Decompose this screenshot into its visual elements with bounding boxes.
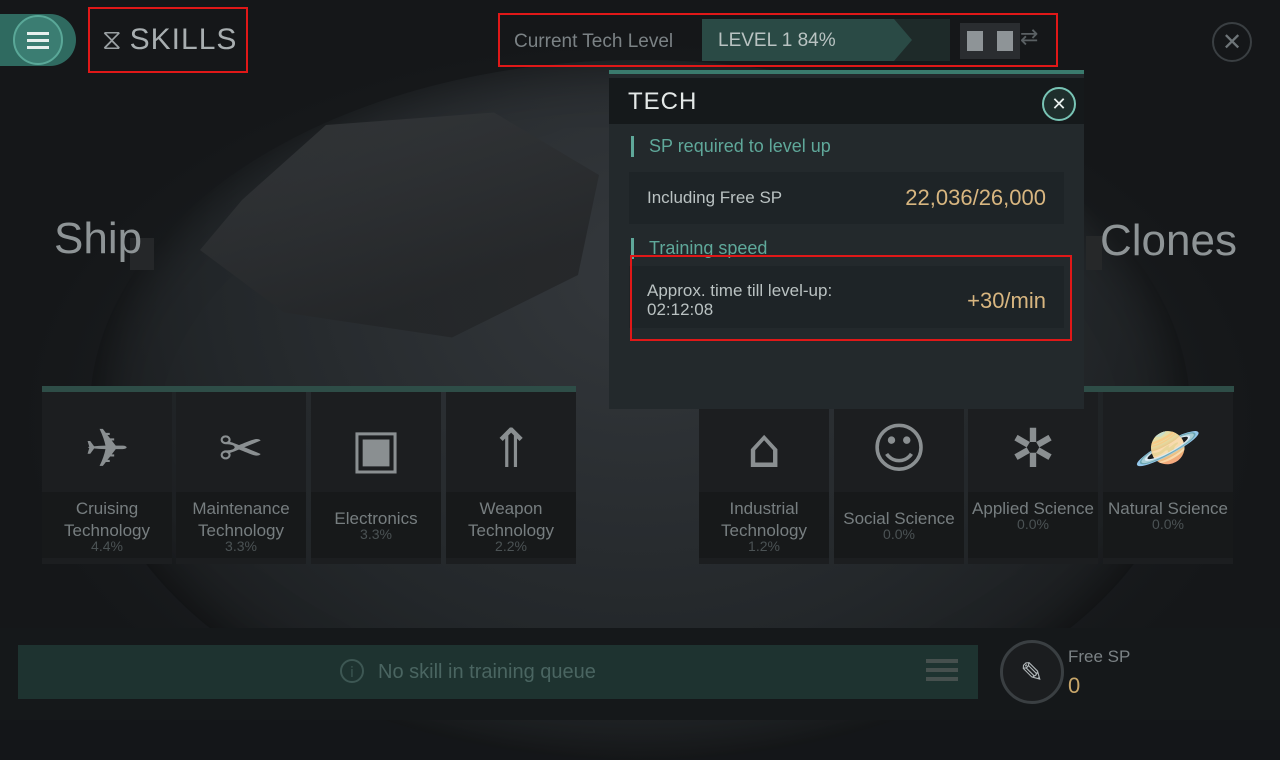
category-label: Industrial Technology 1.2%: [699, 492, 829, 558]
category-name: Weapon Technology: [467, 499, 554, 540]
category-name: Social Science: [843, 509, 955, 528]
chip-icon: ▣: [350, 416, 402, 480]
clones-section-label: Clones: [1100, 216, 1237, 265]
category-weapon-technology[interactable]: ⇑ Weapon Technology 2.2%: [446, 392, 576, 564]
category-cruising-technology[interactable]: ✈ Cruising Technology 4.4%: [42, 392, 172, 564]
tech-level-value: LEVEL 1 84%: [718, 30, 836, 51]
category-percent: 1.2%: [748, 538, 780, 554]
category-natural-science[interactable]: 🪐 Natural Science 0.0%: [1103, 392, 1233, 564]
close-popup-button[interactable]: ✕: [1042, 87, 1076, 121]
popup-title: TECH: [628, 88, 698, 115]
tech-popup: TECH ✕ SP required to level up Including…: [609, 70, 1084, 409]
page-title-text: SKILLS: [129, 23, 238, 56]
tech-level-label: Current Tech Level: [514, 31, 674, 52]
tech-level-panel[interactable]: Current Tech Level LEVEL 1 84% ⇄: [498, 13, 1058, 67]
category-label: Applied Science 0.0%: [968, 492, 1098, 558]
view-left-icon: [967, 31, 983, 51]
category-percent: 2.2%: [495, 538, 527, 554]
category-label: Natural Science 0.0%: [1103, 492, 1233, 558]
popup-header: TECH ✕: [609, 78, 1084, 124]
close-skills-button[interactable]: ✕: [1212, 22, 1252, 62]
hamburger-icon: [13, 15, 63, 65]
category-label: Maintenance Technology 3.3%: [176, 492, 306, 558]
queue-message: No skill in training queue: [378, 661, 596, 683]
planet-icon: 🪐: [1134, 416, 1202, 479]
category-percent: 3.3%: [360, 526, 392, 542]
category-name: Cruising Technology: [63, 499, 150, 540]
category-label: Weapon Technology 2.2%: [446, 492, 576, 558]
ship-section-label: Ship: [54, 214, 143, 263]
category-applied-science[interactable]: ✲ Applied Science 0.0%: [968, 392, 1098, 564]
view-toggle[interactable]: [960, 23, 1020, 59]
free-sp-row: Including Free SP 22,036/26,000: [629, 172, 1064, 224]
category-maintenance-technology[interactable]: ✂ Maintenance Technology 3.3%: [176, 392, 306, 564]
ship-icon: ✈: [84, 416, 130, 480]
dna-icon: ⧖: [102, 23, 122, 56]
category-electronics[interactable]: ▣ Electronics 3.3%: [311, 392, 441, 564]
category-percent: 4.4%: [91, 538, 123, 554]
page-title: ⧖ SKILLS: [88, 7, 248, 73]
sp-section-title: SP required to level up: [631, 136, 831, 157]
list-icon[interactable]: [926, 659, 958, 681]
free-sp-value: 22,036/26,000: [905, 185, 1046, 210]
free-sp-amount: 0: [1068, 673, 1081, 698]
category-name: Maintenance Technology: [192, 499, 290, 540]
wrench-screwdriver-icon: ✂: [218, 416, 264, 480]
category-label: Cruising Technology 4.4%: [42, 492, 172, 558]
missiles-icon: ⇑: [488, 416, 534, 480]
category-label: Social Science 0.0%: [834, 492, 964, 558]
tech-level-bar: LEVEL 1 84%: [702, 19, 950, 61]
category-percent: 3.3%: [225, 538, 257, 554]
free-sp-title: Free SP: [1068, 647, 1131, 666]
category-name: Industrial Technology: [720, 499, 807, 540]
category-industrial-technology[interactable]: ⌂ Industrial Technology 1.2%: [699, 392, 829, 564]
person-icon: ☺: [870, 416, 928, 480]
category-name: Electronics: [334, 509, 418, 528]
factory-icon: ⌂: [746, 416, 782, 480]
category-label: Electronics 3.3%: [311, 492, 441, 558]
view-right-icon: [997, 31, 1013, 51]
sp-injector-icon[interactable]: ✎: [1000, 640, 1064, 704]
category-social-science[interactable]: ☺ Social Science 0.0%: [834, 392, 964, 564]
highlight-box: [630, 255, 1072, 341]
swap-icon[interactable]: ⇄: [1020, 25, 1038, 50]
info-icon: i: [340, 659, 364, 683]
free-sp-label: Including Free SP: [647, 188, 783, 207]
training-queue[interactable]: i No skill in training queue: [18, 645, 978, 699]
menu-button[interactable]: [0, 14, 76, 66]
atom-icon: ✲: [1010, 416, 1056, 480]
